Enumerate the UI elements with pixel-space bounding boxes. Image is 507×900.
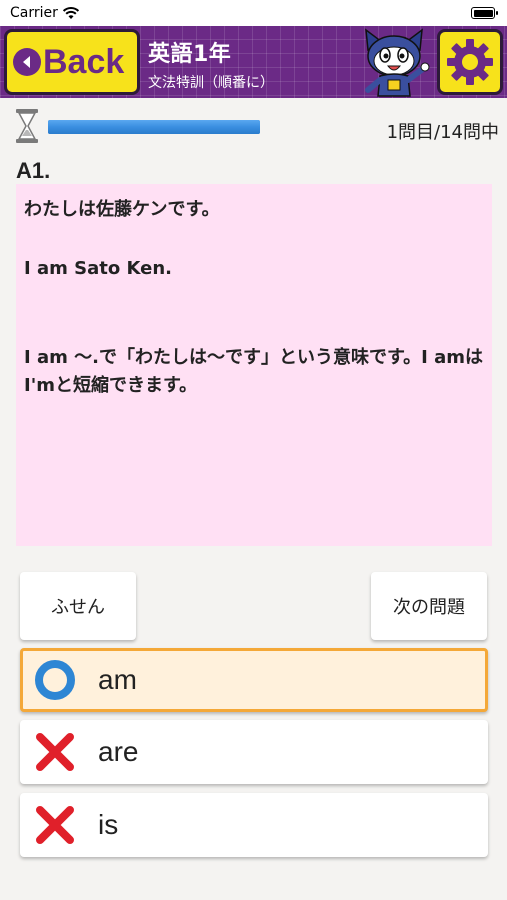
choice-text: am: [98, 664, 137, 695]
choice-is[interactable]: is: [20, 793, 488, 857]
status-bar: Carrier: [0, 0, 507, 26]
question-japanese: わたしは佐藤ケンです。: [24, 199, 220, 220]
carrier-label: Carrier: [10, 5, 58, 21]
question-counter: 1問目/14問中: [386, 122, 499, 143]
battery-icon: [471, 7, 498, 19]
wifi-icon: [62, 7, 79, 19]
timer-row: 1問目/14問中: [0, 104, 507, 148]
back-button-label: Back: [43, 42, 125, 81]
cross-icon: [36, 806, 74, 844]
next-question-button[interactable]: 次の問題: [371, 572, 487, 640]
mascot-character-icon: [365, 28, 430, 97]
question-number: A1.: [16, 158, 51, 183]
header-bar: Back 英語1年 文法特訓（順番に）: [0, 26, 507, 98]
time-progress-fill: [48, 120, 260, 134]
time-progress-bar: [48, 120, 260, 134]
choice-text: is: [98, 809, 119, 840]
back-button[interactable]: Back: [4, 29, 140, 95]
gear-icon: [447, 39, 493, 85]
question-explanation-box: わたしは佐藤ケンです。 I am Sato Ken. I am 〜.で「わたしは…: [16, 184, 492, 546]
choice-are[interactable]: are: [20, 720, 488, 784]
choice-text: are: [98, 736, 139, 767]
hourglass-icon: [16, 109, 38, 143]
question-explanation: I am 〜.で「わたしは〜です」という意味です。I amはI'mと短縮できます…: [24, 346, 484, 397]
cross-icon: [36, 733, 74, 771]
settings-button[interactable]: [437, 29, 503, 95]
question-english: I am Sato Ken.: [24, 257, 172, 279]
back-arrow-icon: [13, 48, 41, 76]
fusen-button[interactable]: ふせん: [20, 572, 136, 640]
choice-am[interactable]: am: [20, 648, 488, 712]
page-title: 英語1年: [148, 42, 232, 67]
page-subtitle: 文法特訓（順番に）: [148, 75, 274, 91]
circle-icon: [35, 660, 75, 700]
